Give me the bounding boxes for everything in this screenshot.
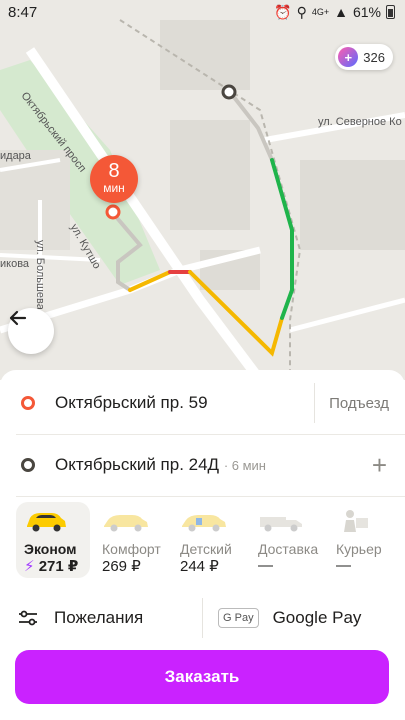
map-street-label: ул. Северное Ко bbox=[318, 116, 402, 128]
wishes-button[interactable]: Пожелания bbox=[0, 592, 202, 644]
add-stop-button[interactable]: + bbox=[372, 450, 387, 481]
surge-bolt-icon: ⚡ bbox=[24, 558, 35, 575]
tariff-name: Доставка bbox=[258, 541, 319, 557]
network-type: 4G+ bbox=[311, 7, 330, 17]
tariff-list: Эконом ⚡ 271 ₽ Комфорт 269 ₽ Детский 244… bbox=[0, 502, 405, 582]
map-street-label: ул. Большева bbox=[34, 240, 46, 310]
battery-percent: 61% bbox=[352, 4, 381, 20]
map-street-label: идара bbox=[0, 150, 31, 162]
wishes-label: Пожелания bbox=[54, 608, 144, 627]
tariff-price: 271 ₽ bbox=[38, 558, 79, 575]
plus-icon: + bbox=[338, 47, 359, 67]
delivery-car-icon bbox=[260, 517, 302, 532]
taxi-car-icon bbox=[182, 515, 226, 532]
tariff-name: Комфорт bbox=[102, 541, 161, 557]
from-address-row[interactable]: Октябрьский пр. 59 Подъезд bbox=[0, 372, 405, 434]
tariff-name: Курьер bbox=[336, 541, 382, 557]
taxi-car-icon bbox=[104, 515, 148, 532]
alarm-icon: ⏰ bbox=[274, 3, 292, 20]
plus-points-badge[interactable]: + 326 bbox=[335, 44, 393, 70]
tariff-price: — bbox=[336, 557, 351, 574]
tariff-price: 244 ₽ bbox=[180, 558, 219, 575]
tariff-price: 269 ₽ bbox=[102, 558, 141, 575]
google-pay-icon: G Pay bbox=[218, 608, 259, 628]
battery-icon bbox=[386, 5, 395, 19]
taxi-car-icon bbox=[27, 513, 66, 532]
order-button[interactable]: Заказать bbox=[15, 650, 389, 704]
map-street-label: икова bbox=[0, 258, 30, 270]
status-bar: 8:47 ⏰ ⚲ 4G+ ▲ 61% bbox=[0, 0, 405, 24]
porch-button[interactable]: Подъезд bbox=[314, 383, 389, 423]
payment-method-button[interactable]: G Pay Google Pay bbox=[203, 608, 361, 628]
tariff-name: Эконом bbox=[24, 541, 77, 557]
courier-icon bbox=[344, 510, 368, 532]
eta-value: 8 bbox=[108, 160, 120, 182]
tariff-kids[interactable]: Детский 244 ₽ bbox=[172, 502, 246, 578]
trip-duration: · 6 мин bbox=[223, 458, 266, 473]
tariff-delivery[interactable]: Доставка — bbox=[250, 502, 324, 578]
payment-method-label: Google Pay bbox=[272, 608, 362, 627]
eta-unit: мин bbox=[103, 181, 125, 195]
map-view[interactable]: Октябрьский просп ул. Северное Ко ул. Ку… bbox=[0, 0, 405, 380]
tariff-name: Детский bbox=[180, 541, 232, 557]
status-time: 8:47 bbox=[8, 3, 38, 21]
tariff-courier[interactable]: Курьер — bbox=[328, 502, 402, 578]
signal-icon: ▲ bbox=[334, 4, 348, 20]
tariff-comfort[interactable]: Комфорт 269 ₽ bbox=[94, 502, 168, 578]
tariff-price: — bbox=[258, 557, 273, 574]
pickup-point-icon bbox=[21, 396, 35, 410]
plus-points-value: 326 bbox=[363, 49, 385, 65]
back-button[interactable] bbox=[8, 308, 54, 354]
eta-bubble: 8 мин bbox=[90, 155, 138, 203]
options-row: Пожелания G Pay Google Pay bbox=[0, 592, 405, 644]
destination-point-icon bbox=[21, 458, 35, 472]
order-sheet: Октябрьский пр. 59 Подъезд Октябрьский п… bbox=[0, 370, 405, 720]
divider bbox=[16, 496, 405, 497]
location-icon: ⚲ bbox=[296, 3, 307, 20]
to-address: Октябрьский пр. 24Д bbox=[55, 455, 220, 474]
to-address-row[interactable]: Октябрьский пр. 24Д · 6 мин + bbox=[0, 434, 405, 496]
settings-sliders-icon bbox=[19, 610, 37, 626]
tariff-economy[interactable]: Эконом ⚡ 271 ₽ bbox=[16, 502, 90, 578]
arrow-left-icon bbox=[9, 310, 27, 326]
